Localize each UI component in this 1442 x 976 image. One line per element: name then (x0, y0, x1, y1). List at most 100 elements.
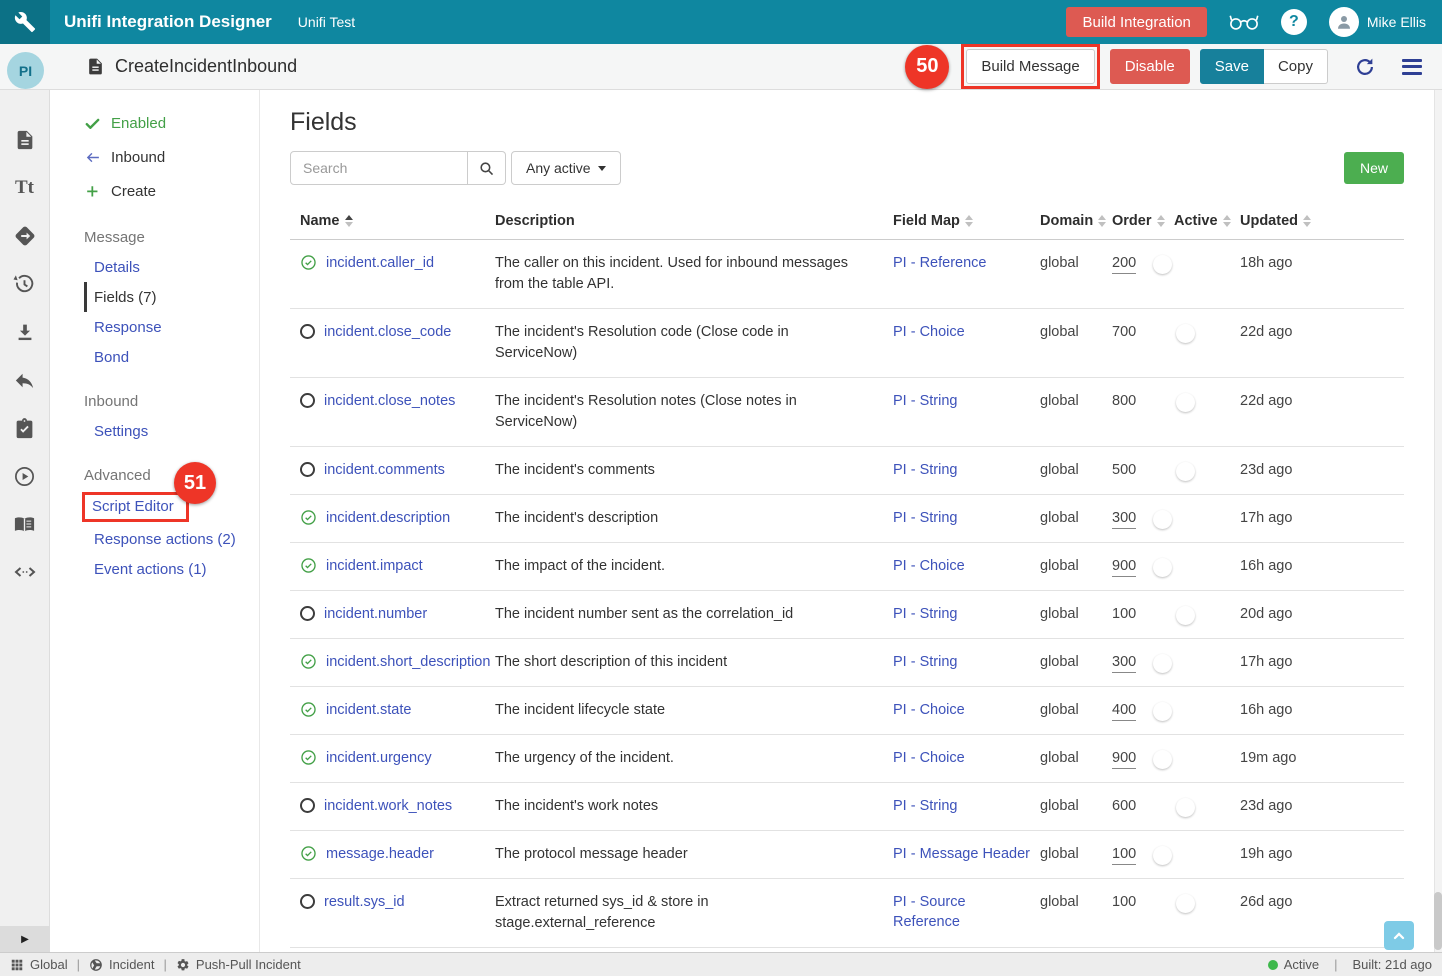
sidebar-enabled[interactable]: Enabled (84, 106, 259, 140)
field-map-link[interactable]: PI - String (893, 462, 957, 478)
field-map-link[interactable]: PI - String (893, 654, 957, 670)
rail-history-icon[interactable] (0, 260, 50, 308)
field-order[interactable]: 500 (1112, 460, 1136, 480)
field-name-link[interactable]: incident.comments (324, 460, 445, 480)
field-description: The caller on this incident. Used for in… (495, 253, 893, 295)
field-name-link[interactable]: result.sys_id (324, 892, 405, 912)
sidebar-item-settings[interactable]: Settings (84, 416, 259, 446)
field-map-link[interactable]: PI - Choice (893, 558, 965, 574)
field-name-link[interactable]: incident.caller_id (326, 253, 434, 273)
field-name-link[interactable]: incident.work_notes (324, 796, 452, 816)
column-header-active[interactable]: Active (1174, 213, 1240, 229)
field-order[interactable]: 800 (1112, 391, 1136, 411)
environment-name[interactable]: Unifi Test (298, 14, 355, 30)
field-name-link[interactable]: incident.short_description (326, 652, 490, 672)
inactive-circle-icon (300, 606, 315, 621)
field-name-link[interactable]: incident.description (326, 508, 450, 528)
active-filter-dropdown[interactable]: Any active (511, 151, 621, 185)
field-name-link[interactable]: incident.urgency (326, 748, 432, 768)
column-header-order[interactable]: Order (1112, 213, 1174, 229)
field-order[interactable]: 300 (1112, 652, 1136, 673)
field-map-link[interactable]: PI - String (893, 510, 957, 526)
search-input[interactable] (290, 151, 468, 185)
field-name-link[interactable]: incident.close_notes (324, 391, 455, 411)
field-order[interactable]: 700 (1112, 322, 1136, 342)
field-name-link[interactable]: message.header (326, 844, 434, 864)
rail-code-icon[interactable] (0, 548, 50, 596)
field-description: The protocol message header (495, 844, 893, 865)
build-integration-button[interactable]: Build Integration (1066, 7, 1206, 37)
sidebar-item-event-actions[interactable]: Event actions (1) (84, 554, 259, 584)
fields-table: Name Description Field Map Domain Order (290, 205, 1404, 948)
field-map-link[interactable]: PI - String (893, 606, 957, 622)
column-header-description[interactable]: Description (495, 213, 893, 229)
field-map-link[interactable]: PI - Choice (893, 324, 965, 340)
save-button[interactable]: Save (1200, 49, 1264, 84)
column-header-field-map[interactable]: Field Map (893, 213, 1040, 229)
scope-selector[interactable]: Global (10, 957, 68, 972)
field-name-link[interactable]: incident.number (324, 604, 427, 624)
field-order[interactable]: 900 (1112, 748, 1136, 769)
sidebar-item-bond[interactable]: Bond (84, 342, 259, 372)
scrollbar-thumb[interactable] (1434, 892, 1442, 950)
rail-run-icon[interactable] (0, 452, 50, 500)
integration-selector[interactable]: Push-Pull Incident (176, 957, 301, 972)
field-order[interactable]: 300 (1112, 508, 1136, 529)
rail-reply-icon[interactable] (0, 356, 50, 404)
field-order[interactable]: 900 (1112, 556, 1136, 577)
rail-collapse-button[interactable]: ▶ (0, 926, 50, 952)
menu-button[interactable] (1402, 59, 1422, 75)
rail-tasks-icon[interactable] (0, 404, 50, 452)
field-map-link[interactable]: PI - Message Header (893, 846, 1030, 862)
sidebar-item-response[interactable]: Response (84, 312, 259, 342)
refresh-button[interactable] (1354, 56, 1376, 78)
field-domain: global (1040, 253, 1112, 273)
rail-download-icon[interactable] (0, 308, 50, 356)
process-avatar[interactable]: PI (7, 52, 44, 89)
field-name-link[interactable]: incident.close_code (324, 322, 451, 342)
field-order[interactable]: 100 (1112, 604, 1136, 624)
search-button[interactable] (468, 151, 506, 185)
sort-carets-icon (965, 215, 973, 227)
logo-area[interactable] (0, 0, 50, 44)
field-map-link[interactable]: PI - String (893, 798, 957, 814)
sidebar-item-details[interactable]: Details (84, 252, 259, 282)
new-field-button[interactable]: New (1344, 152, 1404, 184)
column-header-name[interactable]: Name (290, 213, 495, 229)
field-name-link[interactable]: incident.state (326, 700, 411, 720)
main-content: Fields Any active New Name Desc (260, 90, 1434, 952)
sidebar-item-response-actions[interactable]: Response actions (2) (84, 524, 259, 554)
sidebar-inbound[interactable]: Inbound (84, 140, 259, 174)
copy-button[interactable]: Copy (1264, 49, 1328, 84)
field-map-link[interactable]: PI - Source Reference (893, 894, 966, 930)
chevron-down-icon (598, 166, 606, 171)
scroll-to-top-button[interactable] (1384, 921, 1414, 950)
sidebar-item-script-editor[interactable]: Script Editor (92, 497, 174, 517)
sidebar-create[interactable]: Create (84, 174, 259, 208)
table-selector[interactable]: Incident (89, 957, 155, 972)
field-order[interactable]: 100 (1112, 844, 1136, 865)
column-header-updated[interactable]: Updated (1240, 213, 1404, 229)
field-name-link[interactable]: incident.impact (326, 556, 423, 576)
help-icon[interactable]: ? (1281, 9, 1307, 35)
rail-text-format-icon[interactable]: Tt (0, 164, 50, 212)
divider (1334, 957, 1337, 972)
disable-button[interactable]: Disable (1110, 49, 1190, 84)
field-map-link[interactable]: PI - Choice (893, 702, 965, 718)
rail-documents-icon[interactable] (0, 116, 50, 164)
preview-glasses-icon[interactable] (1229, 13, 1259, 31)
field-map-link[interactable]: PI - Choice (893, 750, 965, 766)
sidebar-item-fields[interactable]: Fields (7) (84, 282, 259, 312)
build-message-button[interactable]: Build Message (966, 49, 1094, 84)
scrollbar-track[interactable] (1434, 90, 1442, 952)
user-menu[interactable]: Mike Ellis (1329, 7, 1426, 37)
field-order[interactable]: 200 (1112, 253, 1136, 274)
field-map-link[interactable]: PI - Reference (893, 255, 987, 271)
field-order[interactable]: 600 (1112, 796, 1136, 816)
column-header-domain[interactable]: Domain (1040, 213, 1112, 229)
field-order[interactable]: 400 (1112, 700, 1136, 721)
rail-docs-book-icon[interactable] (0, 500, 50, 548)
rail-directions-icon[interactable] (0, 212, 50, 260)
field-order[interactable]: 100 (1112, 892, 1136, 912)
field-map-link[interactable]: PI - String (893, 393, 957, 409)
